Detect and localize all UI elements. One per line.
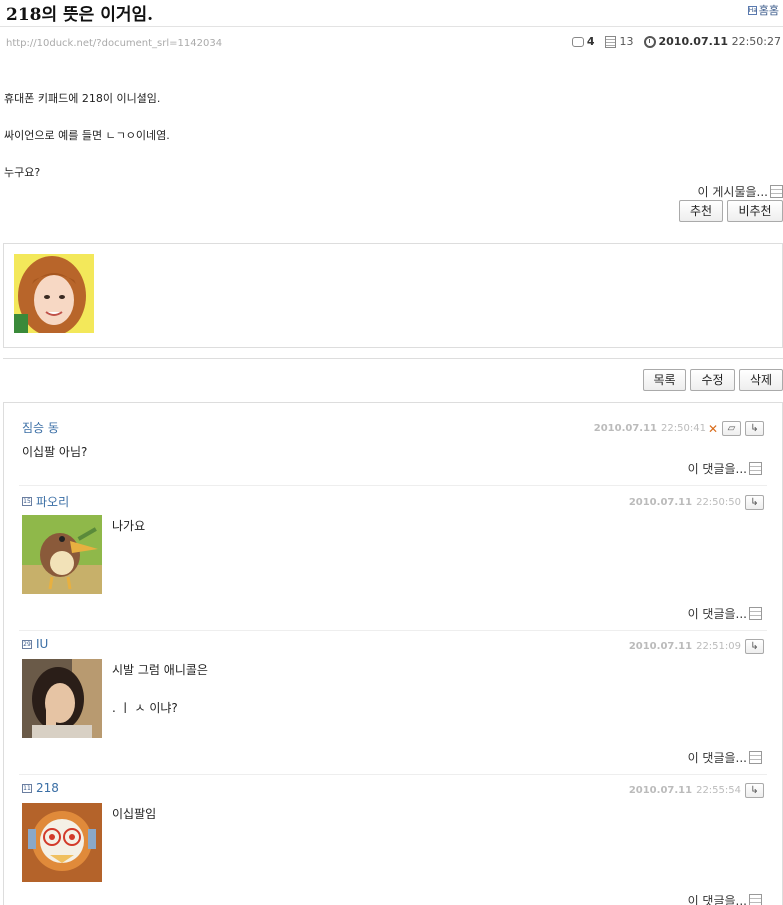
level-icon: 29: [22, 639, 32, 649]
reply-arrow-icon: ↳: [750, 423, 759, 434]
author-name: 짐승 동: [22, 421, 59, 435]
title-divider: [0, 26, 783, 27]
list-button[interactable]: 목록: [643, 369, 686, 391]
post-body-line: 누구요?: [4, 166, 41, 179]
home-label: 홈홈: [758, 4, 779, 17]
comment-options-link[interactable]: 이 댓글을...: [688, 892, 762, 905]
post-date-group: 2010.07.11 22:50:27: [643, 35, 781, 48]
reply-button[interactable]: ↳: [745, 495, 764, 510]
comment-author[interactable]: 29 IU: [22, 637, 48, 651]
comment-options-label: 이 댓글을...: [687, 751, 747, 765]
post-date: 2010.07.11: [658, 35, 729, 48]
comment-date-day: 2010.07.11: [628, 641, 693, 652]
comment-text: 이십팔임: [112, 807, 157, 821]
comment-date: 2010.07.11 22:50:41 ✕ ▱ ↳: [594, 421, 764, 436]
comment-date: 2010.07.11 22:55:54 ↳: [629, 783, 764, 798]
clock-icon: [643, 35, 656, 48]
author-name: IU: [36, 637, 49, 651]
post-body-line: 휴대폰 키패드에 218이 이니셜임.: [4, 92, 161, 105]
post-time: 22:50:27: [731, 35, 781, 48]
delete-x-icon[interactable]: ✕: [708, 422, 718, 436]
comment-date: 2010.07.11 22:51:09 ↳: [629, 639, 764, 654]
comment-count: 4: [586, 35, 595, 48]
section-divider: [3, 358, 783, 359]
comment-text: 이십팔 아님?: [22, 445, 88, 459]
post-options-label: 이 게시물을...: [697, 185, 768, 199]
home-icon: Ha: [747, 5, 757, 15]
document-list-icon: [749, 462, 762, 475]
comment-options-label: 이 댓글을...: [687, 462, 747, 476]
comment-options-link[interactable]: 이 댓글을...: [688, 460, 762, 477]
author-name: 파오리: [36, 495, 70, 509]
delete-button[interactable]: 삭제: [739, 369, 783, 391]
comment-date-day: 2010.07.11: [628, 785, 693, 796]
signature-image: [14, 254, 94, 333]
post-meta: 4 13 2010.07.11 22:50:27: [562, 35, 781, 48]
comment-author[interactable]: 15 파오리: [22, 493, 69, 510]
comment-separator: [19, 630, 767, 631]
signature-box: [3, 243, 783, 348]
document-list-icon: [749, 894, 762, 905]
author-name: 218: [36, 781, 59, 795]
comment-avatar: [22, 803, 102, 882]
comment-count-group: 4: [571, 35, 595, 48]
comment-avatar: [22, 515, 102, 594]
comment-icon: [571, 36, 584, 47]
comment-separator: [19, 774, 767, 775]
document-list-icon: [749, 751, 762, 764]
page-title: 218의 뜻은 이거임.: [6, 5, 154, 25]
reply-button[interactable]: ↳: [745, 421, 764, 436]
home-link[interactable]: Ha 홈홈: [747, 2, 779, 18]
comment-text: . ㅣ ㅅ 이냐?: [112, 701, 178, 715]
document-icon: [604, 35, 616, 48]
comment-date-day: 2010.07.11: [628, 497, 693, 508]
post-options-link[interactable]: 이 게시물을...: [698, 183, 783, 200]
comment-date-time: 22:51:09: [696, 641, 741, 652]
document-list-icon: [770, 185, 783, 198]
comment-text: 나가요: [112, 519, 146, 533]
comment-list: 짐승 동 2010.07.11 22:50:41 ✕ ▱ ↳ 이십팔 아님? 이…: [3, 402, 783, 905]
comment-date: 2010.07.11 22:50:50 ↳: [629, 495, 764, 510]
reply-button[interactable]: ↳: [745, 639, 764, 654]
post-body-line: 싸이언으로 예를 들면 ㄴㄱㅇ이네염.: [4, 129, 170, 142]
comment-author[interactable]: 짐승 동: [22, 419, 59, 436]
comment-date-time: 22:50:50: [696, 497, 741, 508]
document-url[interactable]: http://10duck.net/?document_srl=1142034: [6, 38, 222, 49]
view-count-group: 13: [604, 35, 634, 48]
unrecommend-button[interactable]: 비추천: [727, 200, 783, 222]
comment-separator: [19, 485, 767, 486]
comment-avatar: [22, 659, 102, 738]
level-icon: 15: [22, 497, 32, 506]
comment-date-time: 22:50:41: [661, 423, 706, 434]
recommend-button[interactable]: 추천: [679, 200, 723, 222]
comment-options-link[interactable]: 이 댓글을...: [688, 605, 762, 622]
comment-date-time: 22:55:54: [696, 785, 741, 796]
reply-arrow-icon: ↳: [750, 785, 759, 796]
edit-button[interactable]: 수정: [690, 369, 735, 391]
edit-comment-button[interactable]: ▱: [722, 421, 741, 436]
eraser-icon: ▱: [727, 423, 736, 434]
comment-author[interactable]: 11 218: [22, 781, 59, 795]
reply-arrow-icon: ↳: [750, 497, 759, 508]
reply-button[interactable]: ↳: [745, 783, 764, 798]
comment-options-link[interactable]: 이 댓글을...: [688, 749, 762, 766]
comment-date-day: 2010.07.11: [593, 423, 658, 434]
comment-options-label: 이 댓글을...: [687, 894, 747, 905]
comment-options-label: 이 댓글을...: [687, 607, 747, 621]
document-list-icon: [749, 607, 762, 620]
reply-arrow-icon: ↳: [750, 641, 759, 652]
view-count: 13: [619, 35, 634, 48]
comment-text: 시발 그럼 애니콜은: [112, 663, 208, 677]
level-icon: 11: [22, 783, 32, 793]
